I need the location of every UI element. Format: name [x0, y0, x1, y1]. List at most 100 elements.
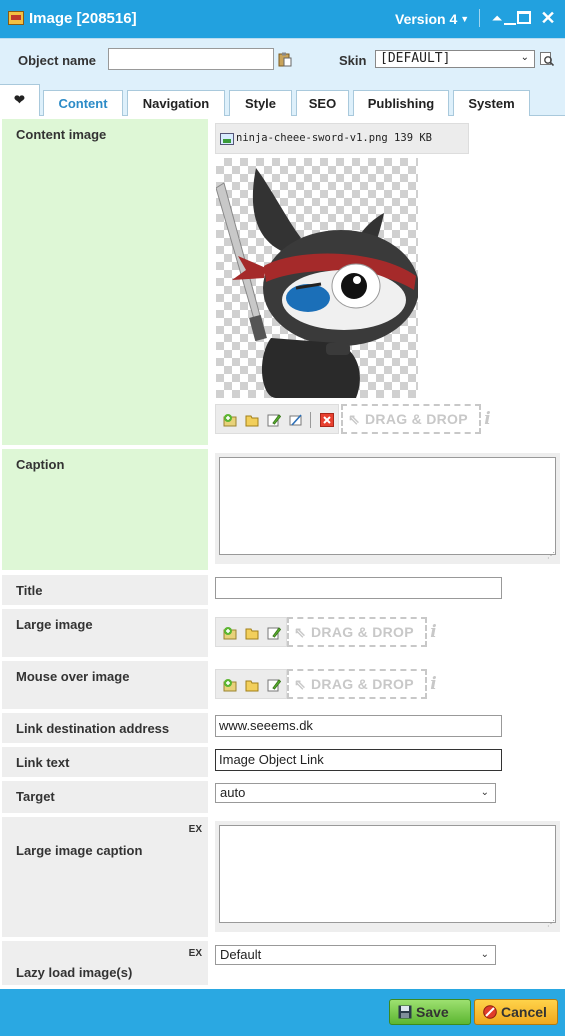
title-label: Title [16, 583, 43, 598]
drag-drop-label: DRAG & DROP [311, 624, 414, 640]
window-titlebar: Image [208516] Version 4 ▼ ⏶ ✕ [0, 0, 565, 38]
link-destination-input[interactable]: www.seeems.dk [215, 715, 502, 737]
upload-icon[interactable] [223, 413, 237, 427]
title-input[interactable] [215, 577, 502, 599]
label-cell: Mouse over image [2, 661, 208, 709]
tab-favorites[interactable]: ❤ [0, 84, 40, 116]
drag-drop-zone[interactable]: ⇖ DRAG & DROP i [287, 617, 437, 647]
toolbar-divider [310, 412, 311, 428]
save-label: Save [416, 1004, 449, 1020]
drag-drop-zone[interactable]: ⇖ DRAG & DROP i [287, 669, 437, 699]
resize-grip-icon[interactable]: ⋰ [547, 919, 555, 928]
file-chip[interactable]: ninja-cheee-sword-v1.png 139 KB [215, 123, 469, 154]
titlebar-divider [479, 9, 480, 27]
target-select[interactable]: auto ⌄ [215, 783, 496, 803]
cancel-icon [483, 1005, 497, 1019]
label-cell: EX Large image caption [2, 817, 208, 937]
save-button[interactable]: Save [389, 999, 471, 1025]
label-cell: Title [2, 575, 208, 605]
drag-drop-label: DRAG & DROP [365, 411, 468, 427]
crop-icon[interactable] [289, 413, 303, 427]
large-image-toolbar: ⇖ DRAG & DROP i [215, 617, 445, 647]
image-preview[interactable] [216, 158, 418, 398]
lazy-load-select[interactable]: Default ⌄ [215, 945, 496, 965]
link-text-input[interactable]: Image Object Link [215, 749, 502, 771]
upload-icon[interactable] [223, 678, 237, 692]
edit-icon[interactable] [267, 413, 281, 427]
row-content-image: Content image ninja-cheee-sword-v1.png 1… [0, 116, 565, 446]
large-image-caption-textarea[interactable] [219, 825, 556, 923]
label-cell: Target [2, 781, 208, 813]
ex-badge: EX [188, 948, 202, 959]
lazy-load-label: Lazy load image(s) [16, 965, 133, 980]
row-link-text: Link text Image Object Link [0, 744, 565, 778]
label-cell: EX Lazy load image(s) [2, 941, 208, 985]
lazy-load-value: Default [220, 947, 262, 962]
chevron-down-icon: ⌄ [480, 949, 489, 960]
delete-icon[interactable] [320, 413, 334, 427]
row-large-image-caption: EX Large image caption ⋰ [0, 814, 565, 938]
label-cell: Link text [2, 747, 208, 777]
info-icon[interactable]: i [484, 406, 491, 432]
cancel-button[interactable]: Cancel [474, 999, 558, 1025]
chevron-down-icon: ⌄ [480, 787, 489, 798]
arrow-up-left-icon: ⇖ [294, 676, 307, 692]
tab-bar: ❤ Content Navigation Style SEO Publishin… [0, 83, 565, 117]
folder-icon[interactable] [245, 678, 259, 692]
paste-icon[interactable] [278, 52, 292, 67]
file-size: 139 KB [394, 132, 432, 144]
toolbar-buttons [215, 404, 339, 434]
toolbar-buttons [215, 669, 287, 699]
upload-icon[interactable] [223, 626, 237, 640]
caption-textarea[interactable] [219, 457, 556, 555]
large-image-label: Large image [16, 617, 93, 632]
window-title: Image [208516] [29, 10, 137, 27]
preview-zoom-icon[interactable] [540, 52, 554, 66]
chevron-down-icon: ⌄ [520, 52, 529, 63]
label-cell: Large image [2, 609, 208, 657]
object-name-bar: Object name Skin [DEFAULT] ⌄ [0, 38, 565, 83]
skin-label: Skin [339, 53, 367, 68]
tab-publishing[interactable]: Publishing [353, 90, 449, 116]
drag-drop-zone[interactable]: ⇖ DRAG & DROP i [341, 404, 491, 434]
edit-icon[interactable] [267, 626, 281, 640]
cancel-label: Cancel [501, 1004, 547, 1020]
tab-navigation[interactable]: Navigation [127, 90, 225, 116]
edit-icon[interactable] [267, 678, 281, 692]
row-caption: Caption ⋰ [0, 446, 565, 572]
resize-grip-icon[interactable]: ⋰ [547, 551, 555, 560]
info-icon[interactable]: i [430, 619, 437, 645]
label-cell: Link destination address [2, 713, 208, 743]
mouse-over-image-label: Mouse over image [16, 669, 130, 684]
tab-seo[interactable]: SEO [296, 90, 349, 116]
mouse-over-image-toolbar: ⇖ DRAG & DROP i [215, 669, 445, 699]
arrow-up-left-icon: ⇖ [348, 411, 361, 427]
target-label: Target [16, 789, 55, 804]
ex-badge: EX [188, 824, 202, 835]
version-dropdown[interactable]: Version 4 ▼ [395, 11, 469, 27]
folder-icon[interactable] [245, 413, 259, 427]
object-name-label: Object name [18, 53, 97, 68]
tab-content[interactable]: Content [43, 90, 123, 117]
tab-system[interactable]: System [453, 90, 530, 116]
content-form: Content image ninja-cheee-sword-v1.png 1… [0, 116, 565, 989]
object-name-input[interactable] [108, 48, 274, 70]
drag-drop-label: DRAG & DROP [311, 676, 414, 692]
image-file-icon [220, 133, 234, 145]
large-image-caption-label: Large image caption [16, 843, 143, 858]
caption-textarea-wrap: ⋰ [215, 453, 560, 564]
close-icon[interactable]: ✕ [538, 8, 558, 28]
caret-down-icon: ▼ [460, 14, 470, 24]
row-title: Title [0, 572, 565, 606]
image-object-icon [8, 11, 24, 25]
tab-style[interactable]: Style [229, 90, 292, 116]
floppy-disk-icon [398, 1005, 412, 1019]
info-icon[interactable]: i [430, 671, 437, 697]
maximize-icon[interactable] [514, 8, 534, 28]
arrow-up-left-icon: ⇖ [294, 624, 307, 640]
toolbar-buttons [215, 617, 287, 647]
folder-icon[interactable] [245, 626, 259, 640]
target-value: auto [220, 785, 246, 800]
skin-value: [DEFAULT] [380, 51, 451, 66]
skin-select[interactable]: [DEFAULT] ⌄ [375, 50, 535, 68]
